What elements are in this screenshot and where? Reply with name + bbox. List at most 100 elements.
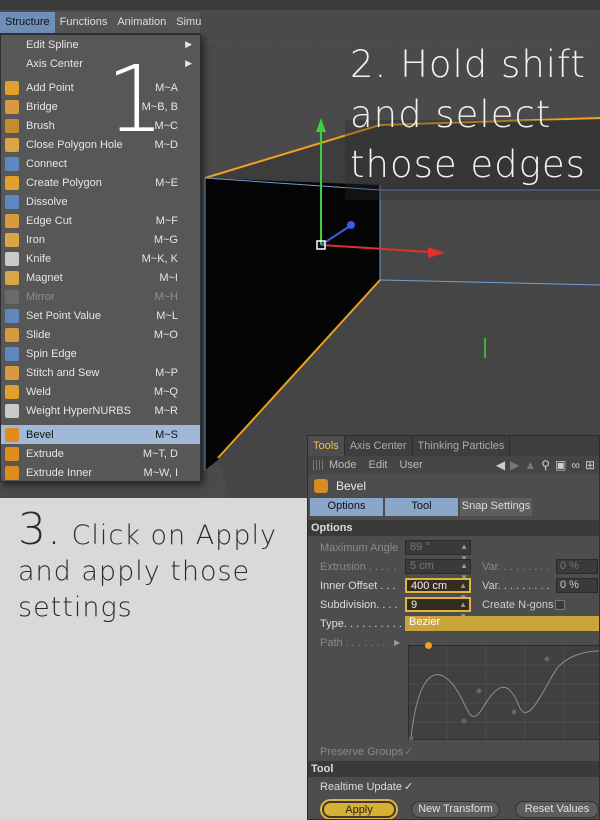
- tool-title: Bevel: [308, 474, 599, 498]
- menu-item-bevel[interactable]: Bevel M~S: [1, 425, 200, 444]
- mirror-icon: [5, 289, 19, 304]
- menu-item-label: Weld: [26, 385, 51, 398]
- menu-item-label: Extrude: [26, 447, 64, 460]
- screenshot-stage: 2. Hold shift and select those edges Str…: [0, 0, 600, 820]
- menu-item-shortcut: M~F: [155, 214, 178, 227]
- menu-item-label: Dissolve: [26, 195, 68, 208]
- menu-animation[interactable]: Animation: [112, 12, 171, 33]
- extrusion-var-field[interactable]: 0 %: [556, 559, 598, 574]
- apply-button[interactable]: Apply: [322, 801, 396, 818]
- menu-item-label: Mirror: [26, 290, 55, 303]
- brush-icon: [5, 118, 19, 133]
- attribute-panel: Tools Axis Center Thinking Particles Mod…: [307, 435, 600, 820]
- connect-icon: [5, 156, 19, 171]
- submenu-arrow-icon: ▶: [185, 39, 192, 49]
- inner-offset-var-field[interactable]: 0 %: [556, 578, 598, 593]
- lock-icon[interactable]: ▣: [555, 458, 566, 472]
- menu-item-extrude-inner[interactable]: Extrude Inner M~W, I: [1, 463, 200, 481]
- back-arrow-icon[interactable]: ◀: [496, 458, 505, 472]
- menu-simulate[interactable]: Simu: [171, 12, 206, 33]
- menu-item-label: Connect: [26, 157, 67, 170]
- menu-item-stitch-and-sew[interactable]: Stitch and Sew M~P: [1, 363, 200, 382]
- menu-item-add-point[interactable]: Add Point M~A: [1, 78, 200, 97]
- preserve-groups-label: Preserve Groups: [320, 745, 404, 758]
- menu-item-shortcut: M~I: [159, 271, 178, 284]
- menu-item-label: Iron: [26, 233, 45, 246]
- menu-item-dissolve[interactable]: Dissolve: [1, 192, 200, 211]
- menu-item-slide[interactable]: Slide M~O: [1, 325, 200, 344]
- iron-icon: [5, 232, 19, 247]
- tab-tools[interactable]: Tools: [308, 436, 345, 456]
- bridge-icon: [5, 99, 19, 114]
- subtab-options[interactable]: Options: [310, 498, 383, 516]
- realtime-update-label: Realtime Update: [320, 780, 402, 793]
- knife-icon: [5, 251, 19, 266]
- type-dropdown[interactable]: Bezier: [405, 616, 599, 631]
- link-icon[interactable]: ∞: [571, 458, 580, 472]
- menu-structure[interactable]: Structure: [0, 12, 55, 33]
- menu-item-weld[interactable]: Weld M~Q: [1, 382, 200, 401]
- menu-item-knife[interactable]: Knife M~K, K: [1, 249, 200, 268]
- panel-tabs: Tools Axis Center Thinking Particles: [308, 436, 599, 456]
- tool-subtabs: Options Tool Snap Settings: [308, 498, 599, 516]
- subdivision-field[interactable]: 9▲▼: [405, 597, 471, 621]
- create-ngons-checkbox[interactable]: [555, 599, 565, 610]
- slide-icon: [5, 327, 19, 342]
- menu-item-spin-edge[interactable]: Spin Edge: [1, 344, 200, 363]
- menu-item-iron[interactable]: Iron M~G: [1, 230, 200, 249]
- tool-title-text: Bevel: [336, 479, 367, 493]
- menu-functions[interactable]: Functions: [55, 12, 113, 33]
- menu-item-shortcut: M~E: [155, 176, 178, 189]
- spin-edge-icon: [5, 346, 19, 361]
- new-panel-icon[interactable]: ⊞: [585, 458, 595, 472]
- menu-item-label: Magnet: [26, 271, 63, 284]
- menu-item-edge-cut[interactable]: Edge Cut M~F: [1, 211, 200, 230]
- menu-item-brush[interactable]: Brush M~C: [1, 116, 200, 135]
- menu-item-shortcut: M~S: [155, 428, 178, 441]
- extrusion-field[interactable]: 5 cm▲▼: [405, 559, 471, 582]
- main-menubar: Structure Functions Animation Simu: [0, 12, 201, 34]
- path-expand-icon[interactable]: ▶: [394, 638, 400, 647]
- tab-thinking-particles[interactable]: Thinking Particles: [413, 436, 511, 456]
- menu-item-edit-spline[interactable]: Edit Spline ▶: [1, 35, 200, 54]
- path-start-point[interactable]: [425, 642, 432, 649]
- menu-item-magnet[interactable]: Magnet M~I: [1, 268, 200, 287]
- create-ngons-label: Create N-gons: [482, 598, 554, 611]
- menu-item-weight-hypernurbs[interactable]: Weight HyperNURBS M~R: [1, 401, 200, 420]
- subtab-tool[interactable]: Tool: [385, 498, 458, 516]
- menu-item-set-point-value[interactable]: Set Point Value M~L: [1, 306, 200, 325]
- edge-cut-icon: [5, 213, 19, 228]
- realtime-update-check-icon[interactable]: ✓: [404, 780, 413, 793]
- tab-axis-center[interactable]: Axis Center: [345, 436, 413, 456]
- preserve-groups-check-icon[interactable]: ✓: [404, 745, 413, 758]
- menu-item-label: Weight HyperNURBS: [26, 404, 131, 417]
- dissolve-icon: [5, 194, 19, 209]
- menu-item-shortcut: M~Q: [153, 385, 178, 398]
- search-icon[interactable]: ⚲: [541, 458, 550, 472]
- maximum-angle-field[interactable]: 89 °▲▼: [405, 540, 471, 563]
- menu-item-create-polygon[interactable]: Create Polygon M~E: [1, 173, 200, 192]
- panel-menu-edit[interactable]: Edit: [369, 459, 388, 471]
- forward-arrow-icon[interactable]: ▶: [510, 458, 519, 472]
- panel-menu-user[interactable]: User: [400, 459, 423, 471]
- menu-item-extrude[interactable]: Extrude M~T, D: [1, 444, 200, 463]
- menu-item-label: Edge Cut: [26, 214, 72, 227]
- new-transform-button[interactable]: New Transform: [411, 801, 500, 818]
- step-2-instruction: 2. Hold shift and select those edges: [350, 43, 586, 186]
- menu-item-connect[interactable]: Connect: [1, 154, 200, 173]
- menu-item-shortcut: M~R: [154, 404, 178, 417]
- panel-menu-mode[interactable]: Mode: [329, 459, 357, 471]
- create-polygon-icon: [5, 175, 19, 190]
- weight-hypernurbs-icon: [5, 403, 19, 418]
- grip-icon[interactable]: [313, 460, 325, 470]
- set-point-value-icon: [5, 308, 19, 323]
- up-arrow-icon[interactable]: ▲: [524, 458, 536, 472]
- menu-item-bridge[interactable]: Bridge M~B, B: [1, 97, 200, 116]
- subtab-snap-settings[interactable]: Snap Settings: [460, 498, 532, 516]
- menu-item-axis-center[interactable]: Axis Center ▶: [1, 54, 200, 73]
- inner-offset-field[interactable]: 400 cm▲▼: [405, 578, 471, 602]
- panel-menubar: Mode Edit User ◀ ▶ ▲ ⚲ ▣ ∞ ⊞: [308, 456, 599, 474]
- path-curve-graph[interactable]: [408, 645, 599, 741]
- menu-item-close-polygon-hole[interactable]: Close Polygon Hole M~D: [1, 135, 200, 154]
- reset-values-button[interactable]: Reset Values: [515, 801, 599, 818]
